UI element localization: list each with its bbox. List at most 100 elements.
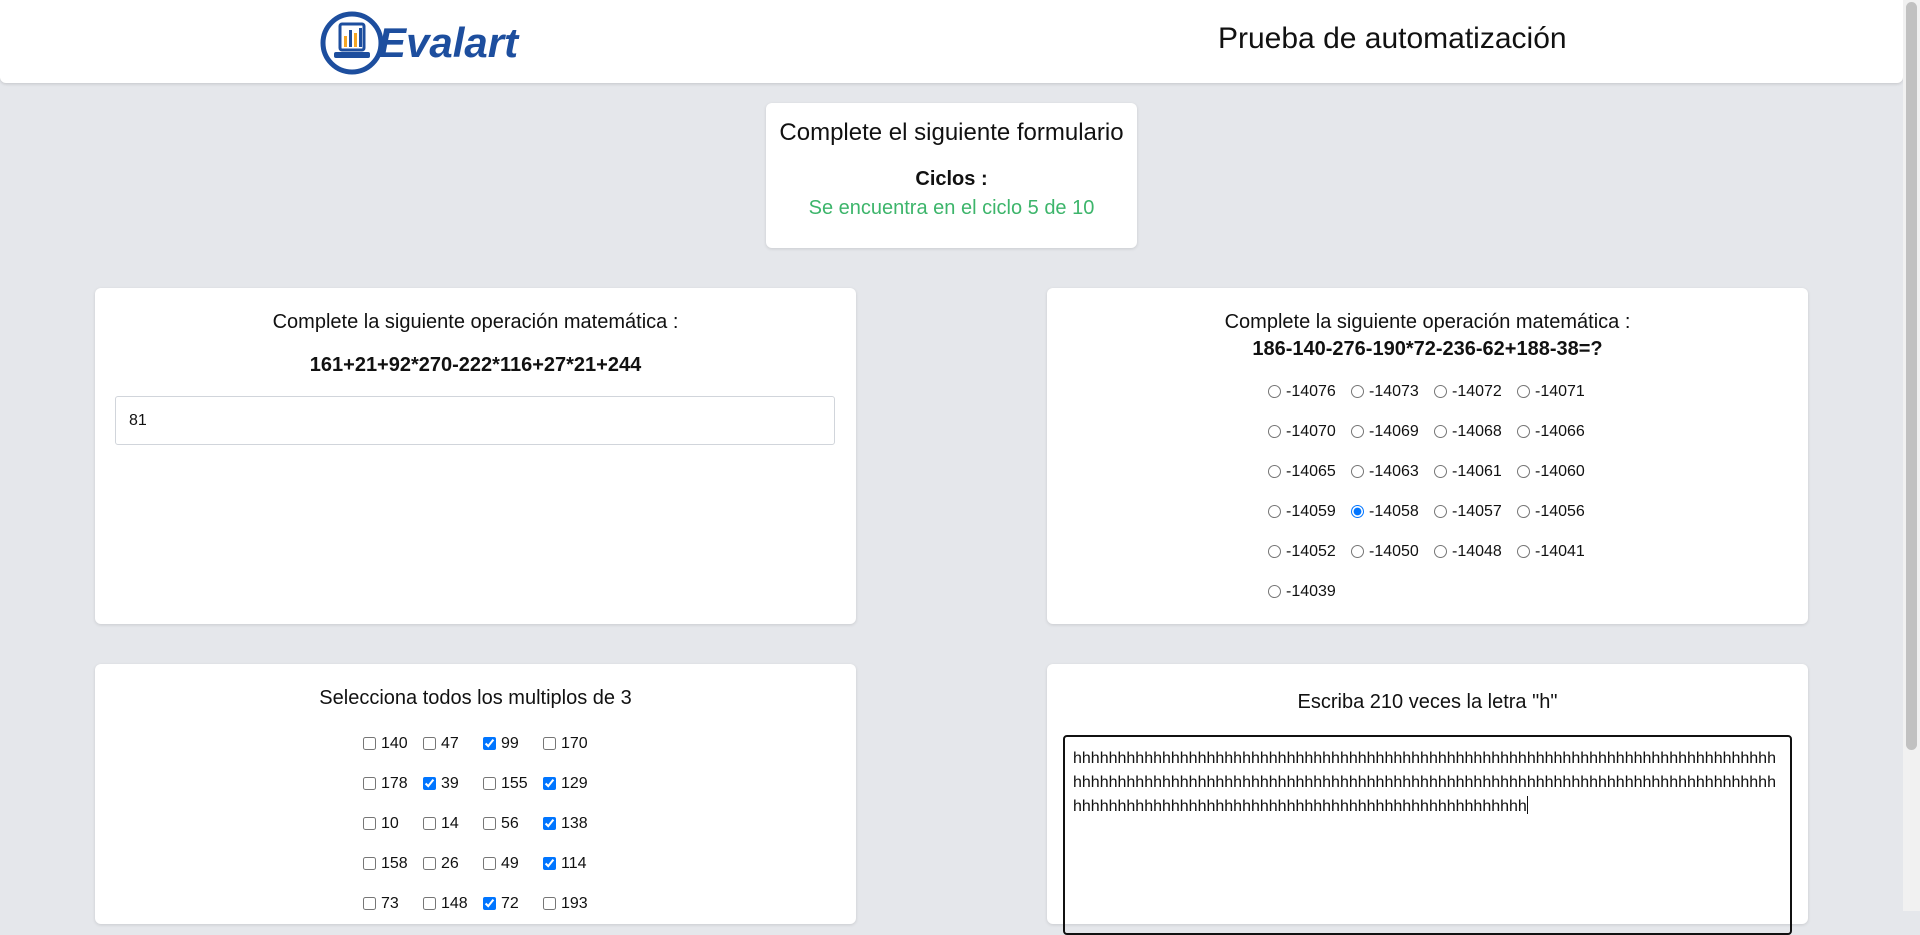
checkbox[interactable] <box>543 897 556 910</box>
letters-text: hhhhhhhhhhhhhhhhhhhhhhhhhhhhhhhhhhhhhhhh… <box>1073 750 1776 815</box>
radio-option[interactable]: -14069 <box>1351 420 1434 443</box>
checkbox-option[interactable]: 140 <box>363 732 423 755</box>
radio-button[interactable] <box>1517 465 1530 478</box>
math-radio-label: Complete la siguiente operación matemáti… <box>1224 311 1631 333</box>
radio-button[interactable] <box>1517 545 1530 558</box>
radio-button[interactable] <box>1517 385 1530 398</box>
radio-button[interactable] <box>1351 385 1364 398</box>
radio-button[interactable] <box>1268 585 1281 598</box>
checkbox-option[interactable]: 155 <box>483 772 543 795</box>
checkbox-option[interactable]: 26 <box>423 852 483 875</box>
radio-option[interactable]: -14076 <box>1268 380 1351 403</box>
checkbox-option[interactable]: 10 <box>363 812 423 835</box>
radio-option[interactable]: -14060 <box>1517 460 1600 483</box>
radio-button[interactable] <box>1434 385 1447 398</box>
radio-option[interactable]: -14039 <box>1268 580 1351 603</box>
radio-button[interactable] <box>1351 425 1364 438</box>
checkbox[interactable] <box>543 737 556 750</box>
checkbox[interactable] <box>543 817 556 830</box>
radio-option[interactable]: -14052 <box>1268 540 1351 563</box>
form-title: Complete el siguiente formulario <box>779 119 1124 146</box>
radio-button[interactable] <box>1351 465 1364 478</box>
checkbox-option-label: 193 <box>561 894 588 912</box>
checkbox-option[interactable]: 72 <box>483 892 543 915</box>
checkbox-option[interactable]: 138 <box>543 812 603 835</box>
radio-option[interactable]: -14056 <box>1517 500 1600 523</box>
radio-option[interactable]: -14070 <box>1268 420 1351 443</box>
radio-option[interactable]: -14068 <box>1434 420 1517 443</box>
radio-button[interactable] <box>1351 545 1364 558</box>
checkbox-option[interactable]: 39 <box>423 772 483 795</box>
checkbox[interactable] <box>363 777 376 790</box>
checkbox-option[interactable]: 114 <box>543 852 603 875</box>
radio-option[interactable]: -14050 <box>1351 540 1434 563</box>
radio-button[interactable] <box>1268 505 1281 518</box>
checkbox[interactable] <box>543 777 556 790</box>
checkbox[interactable] <box>483 897 496 910</box>
radio-option[interactable]: -14048 <box>1434 540 1517 563</box>
checkbox-option-label: 158 <box>381 854 408 872</box>
radio-button[interactable] <box>1434 425 1447 438</box>
radio-option[interactable]: -14066 <box>1517 420 1600 443</box>
checkbox[interactable] <box>483 737 496 750</box>
checkbox[interactable] <box>363 857 376 870</box>
checkbox-option[interactable]: 178 <box>363 772 423 795</box>
checkbox-option-label: 72 <box>501 894 519 912</box>
radio-option[interactable]: -14061 <box>1434 460 1517 483</box>
radio-button[interactable] <box>1351 505 1364 518</box>
letters-textarea[interactable]: hhhhhhhhhhhhhhhhhhhhhhhhhhhhhhhhhhhhhhhh… <box>1063 735 1792 935</box>
radio-option-label: -14066 <box>1535 422 1585 440</box>
radio-button[interactable] <box>1268 545 1281 558</box>
radio-button[interactable] <box>1517 425 1530 438</box>
checkbox[interactable] <box>363 737 376 750</box>
checkbox[interactable] <box>423 857 436 870</box>
checkbox-option[interactable]: 49 <box>483 852 543 875</box>
checkbox-option[interactable]: 148 <box>423 892 483 915</box>
checkbox[interactable] <box>423 777 436 790</box>
radio-option[interactable]: -14065 <box>1268 460 1351 483</box>
radio-option[interactable]: -14073 <box>1351 380 1434 403</box>
checkbox-option[interactable]: 14 <box>423 812 483 835</box>
radio-option[interactable]: -14041 <box>1517 540 1600 563</box>
checkbox[interactable] <box>483 817 496 830</box>
math-input-label: Complete la siguiente operación matemáti… <box>272 311 679 333</box>
radio-button[interactable] <box>1268 465 1281 478</box>
radio-option-label: -14069 <box>1369 422 1419 440</box>
checkbox-option[interactable]: 73 <box>363 892 423 915</box>
checkbox-option[interactable]: 170 <box>543 732 603 755</box>
checkbox-option[interactable]: 129 <box>543 772 603 795</box>
radio-button[interactable] <box>1268 385 1281 398</box>
checkbox-option[interactable]: 47 <box>423 732 483 755</box>
radio-button[interactable] <box>1434 545 1447 558</box>
radio-button[interactable] <box>1517 505 1530 518</box>
radio-option[interactable]: -14058 <box>1351 500 1434 523</box>
radio-option-label: -14056 <box>1535 502 1585 520</box>
math-input-expression: 161+21+92*270-222*116+27*21+244 <box>309 354 642 376</box>
checkbox-option[interactable]: 158 <box>363 852 423 875</box>
checkbox[interactable] <box>423 737 436 750</box>
checkbox[interactable] <box>483 857 496 870</box>
radio-option[interactable]: -14072 <box>1434 380 1517 403</box>
radio-option[interactable]: -14059 <box>1268 500 1351 523</box>
checkbox[interactable] <box>543 857 556 870</box>
radio-option[interactable]: -14057 <box>1434 500 1517 523</box>
radio-option[interactable]: -14063 <box>1351 460 1434 483</box>
scrollbar-thumb[interactable] <box>1906 2 1917 750</box>
checkbox-option[interactable]: 193 <box>543 892 603 915</box>
radio-button[interactable] <box>1434 505 1447 518</box>
radio-button[interactable] <box>1268 425 1281 438</box>
radio-button[interactable] <box>1434 465 1447 478</box>
checkbox[interactable] <box>363 897 376 910</box>
checkbox[interactable] <box>423 817 436 830</box>
math-answer-input[interactable] <box>115 396 835 445</box>
radio-option-label: -14068 <box>1452 422 1502 440</box>
radio-option-label: -14076 <box>1286 382 1336 400</box>
checkbox-option[interactable]: 56 <box>483 812 543 835</box>
checkbox[interactable] <box>423 897 436 910</box>
checkbox[interactable] <box>363 817 376 830</box>
radio-option[interactable]: -14071 <box>1517 380 1600 403</box>
multiples-options-group: 140 47 99 170 178 39 155 129 10 14 56 138 158 26 49 114… <box>363 732 603 915</box>
page-scrollbar[interactable] <box>1903 0 1920 911</box>
checkbox[interactable] <box>483 777 496 790</box>
checkbox-option[interactable]: 99 <box>483 732 543 755</box>
